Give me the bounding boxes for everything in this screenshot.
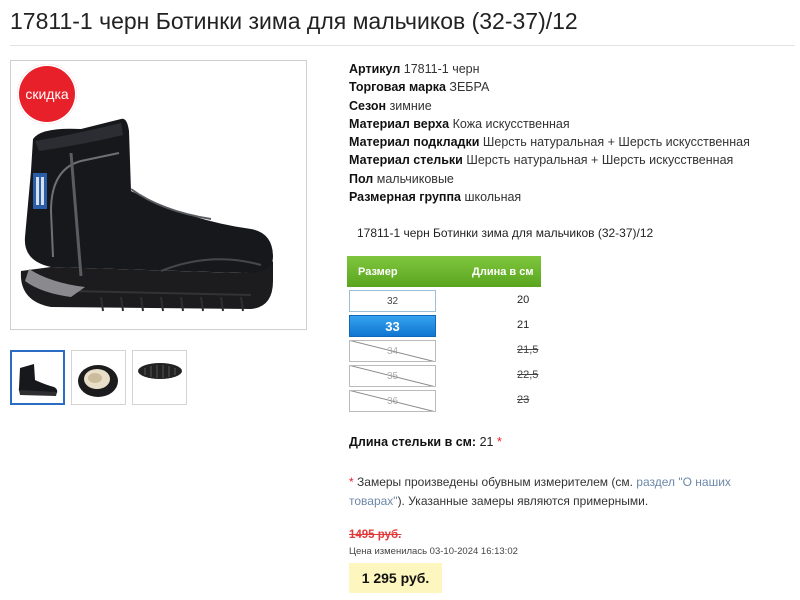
spec-key: Материал подкладки	[349, 135, 480, 150]
size-row: 36 23	[347, 390, 541, 412]
insole-length: Длина стельки в см: 21 *	[349, 435, 502, 449]
size-length: 21	[517, 319, 530, 331]
product-short-name: 17811-1 черн Ботинки зима для мальчиков …	[357, 226, 654, 240]
spec-value: Шерсть натуральная + Шерсть искусственна…	[466, 153, 734, 168]
spec-key: Артикул	[349, 62, 401, 76]
spec-value: зимние	[389, 98, 432, 113]
size-length: 22,5	[517, 369, 539, 381]
spec-value: ЗЕБРА	[449, 80, 490, 95]
spec-insole-material: Материал стельки Шерсть натуральная + Ше…	[349, 151, 750, 169]
size-option-32[interactable]: 32	[349, 290, 436, 312]
main-product-photo[interactable]: скидка	[10, 60, 307, 330]
measurement-note: * Замеры произведены обувным измерителем…	[349, 473, 769, 510]
note-text-after: ). Указанные замеры являются примерными.	[397, 493, 649, 508]
size-table-header: Размер Длина в см	[347, 256, 541, 287]
insole-asterisk: *	[496, 435, 502, 449]
lining-thumbnail	[78, 365, 118, 397]
spec-key: Сезон	[349, 98, 387, 113]
spec-key: Размерная группа	[349, 190, 461, 205]
spec-value: Шерсть натуральная + Шерсть искусственна…	[482, 135, 750, 150]
spec-key: Материал верха	[349, 116, 450, 131]
spec-list: Артикул 17811-1 черн Торговая марка ЗЕБР…	[349, 60, 750, 206]
size-length: 20	[517, 294, 530, 306]
price-changed-date: Цена изменилась 03-10-2024 16:13:02	[349, 546, 518, 557]
size-row: 35 22,5	[347, 365, 541, 387]
title-divider	[10, 45, 795, 46]
size-row: 34 21,5	[347, 340, 541, 362]
sale-badge: скидка	[17, 64, 77, 124]
product-title: 17811-1 черн Ботинки зима для мальчиков …	[10, 8, 578, 34]
size-option-34-unavailable: 34	[349, 340, 436, 362]
spec-brand: Торговая марка ЗЕБРА	[349, 78, 750, 96]
spec-gender: Пол мальчиковые	[349, 170, 750, 188]
spec-key: Материал стельки	[349, 153, 463, 168]
spec-season: Сезон зимние	[349, 97, 750, 115]
note-text-before: Замеры произведены обувным измерителем (…	[357, 475, 633, 489]
spec-value: 17811-1 черн	[403, 62, 480, 76]
spec-upper-material: Материал верха Кожа искусственная	[349, 115, 750, 133]
thumbnail-side-view[interactable]	[10, 350, 65, 405]
old-price: 1495 руб.	[349, 529, 402, 541]
sole-thumbnail	[138, 363, 182, 379]
spec-lining-material: Материал подкладки Шерсть натуральная + …	[349, 133, 750, 151]
spec-value: мальчиковые	[376, 171, 454, 186]
size-option-33[interactable]: 33	[349, 315, 436, 337]
spec-size-group: Размерная группа школьная	[349, 188, 750, 206]
size-option-35-unavailable: 35	[349, 365, 436, 387]
size-row: 33 21	[347, 315, 541, 337]
size-length: 23	[517, 394, 530, 406]
size-column-header: Размер	[358, 266, 398, 278]
size-option-36-unavailable: 36	[349, 390, 436, 412]
insole-value: 21	[479, 435, 494, 449]
size-length: 21,5	[517, 344, 539, 356]
length-column-header: Длина в см	[472, 266, 534, 278]
spec-key: Пол	[349, 171, 374, 186]
current-price: 1 295 руб.	[349, 563, 442, 593]
spec-article: Артикул 17811-1 черн	[349, 60, 750, 78]
note-asterisk: *	[349, 475, 354, 489]
spec-value: школьная	[464, 190, 522, 205]
thumbnail-sole-view[interactable]	[132, 350, 187, 405]
spec-value: Кожа искусственная	[452, 116, 570, 131]
insole-label: Длина стельки в см:	[349, 435, 477, 449]
size-row: 32 20	[347, 290, 541, 312]
boot-thumbnail	[18, 364, 58, 396]
thumbnail-inside-view[interactable]	[71, 350, 126, 405]
spec-key: Торговая марка	[349, 80, 446, 95]
